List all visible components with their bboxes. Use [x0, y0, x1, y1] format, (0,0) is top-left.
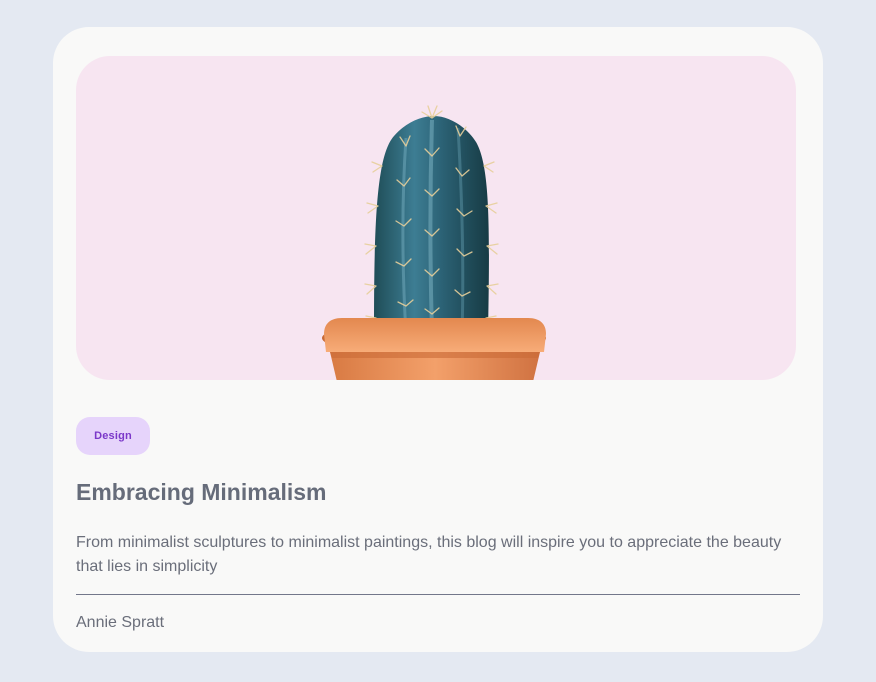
post-title[interactable]: Embracing Minimalism: [76, 479, 327, 506]
cactus-image: [76, 56, 796, 380]
divider: [76, 594, 800, 595]
category-tag[interactable]: Design: [76, 417, 150, 455]
post-description: From minimalist sculptures to minimalist…: [76, 534, 782, 575]
author-name: Annie Spratt: [76, 614, 165, 631]
blog-card: Design Embracing Minimalism From minimal…: [53, 27, 823, 652]
cactus-illustration: [322, 105, 546, 380]
